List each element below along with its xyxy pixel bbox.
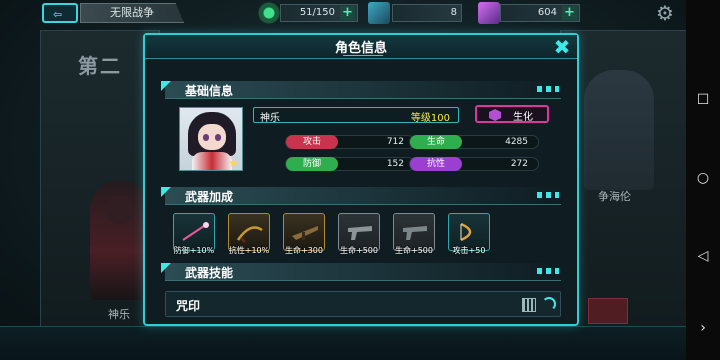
top-hud: ⇦ 无限战争 51/150 + 8 604 + ⚙ — [0, 0, 720, 26]
stripe-decoration — [537, 192, 559, 198]
background-action-button — [588, 298, 628, 324]
weapon-bonus-text: 防御+10% — [173, 246, 215, 255]
weapon-skill-row[interactable]: 咒印 — [165, 291, 561, 317]
home-icon[interactable]: ○ — [694, 170, 712, 186]
background-character-name-left: 神乐 — [108, 308, 130, 321]
weapon-bonus-text: 生命+500 — [395, 246, 433, 255]
skill-name: 咒印 — [176, 299, 201, 313]
background-character-right — [584, 70, 654, 190]
weapon-bonus-label: 武器加成 — [185, 190, 234, 204]
back-icon[interactable]: ◁ — [694, 248, 712, 264]
weapon-bonus-header: 武器加成 — [161, 187, 561, 205]
gem-icon — [478, 2, 500, 24]
system-nav-bar: ☐ ○ ◁ › — [686, 0, 720, 360]
character-name-bar: 神乐 等级100 — [253, 107, 459, 124]
gem-value: 604 — [537, 7, 557, 18]
stat-label: 生命 — [410, 135, 462, 149]
game-screen: 第二 神乐 争海伦 ⇦ 无限战争 51/150 + 8 604 + ⚙ 角色信息… — [0, 0, 720, 360]
character-portrait[interactable]: ★ — [179, 107, 243, 171]
chevron-right-icon[interactable]: › — [694, 320, 712, 336]
whip-weapon-icon — [236, 226, 263, 244]
weapon-bonus-text: 生命+300 — [285, 246, 323, 255]
background-stage-title: 第二 — [78, 54, 122, 78]
background-character-name-right: 争海伦 — [598, 190, 631, 203]
title-underline-decoration — [343, 55, 383, 58]
crystal-counter: 8 — [392, 4, 462, 22]
type-badge: 生化 — [475, 105, 549, 123]
add-energy-button[interactable]: + — [340, 6, 355, 20]
stripe-decoration — [537, 268, 559, 274]
staff-weapon-icon — [182, 222, 209, 241]
settings-gear-icon[interactable]: ⚙ — [652, 0, 678, 26]
star-icon: ★ — [228, 156, 239, 170]
back-button[interactable]: ⇦ — [42, 3, 78, 23]
energy-icon — [258, 2, 280, 24]
stat-value: 272 — [510, 159, 528, 169]
corner-triangle-icon — [161, 81, 171, 91]
corner-triangle-icon — [161, 187, 171, 197]
weapon-skill-label: 武器技能 — [185, 266, 234, 280]
stat-attack: 攻击 712 — [285, 135, 415, 149]
energy-counter: 51/150 + — [280, 4, 358, 22]
modal-title: 角色信息 — [334, 41, 387, 56]
weapon-bonus-text: 攻击+50 — [452, 246, 486, 255]
modal-header: 角色信息 ✖ — [145, 35, 577, 59]
background-bottom-bar — [0, 326, 720, 360]
type-label: 生化 — [513, 112, 533, 123]
rifle-weapon-icon — [292, 226, 318, 240]
stat-label: 抗性 — [410, 157, 462, 171]
bio-type-icon — [489, 109, 501, 121]
back-arrow-icon: ⇦ — [53, 8, 63, 21]
stat-defense: 防御 152 — [285, 157, 415, 171]
background-character-left — [90, 180, 150, 300]
stat-value: 712 — [386, 137, 404, 147]
stat-resistance: 抗性 272 — [409, 157, 539, 171]
basic-info-label: 基础信息 — [185, 84, 234, 98]
gem-counter: 604 + — [500, 4, 580, 22]
weapon-skill-header: 武器技能 — [161, 263, 561, 281]
bow-weapon-icon — [460, 222, 472, 242]
corner-triangle-icon — [161, 263, 171, 273]
recent-apps-icon[interactable]: ☐ — [694, 92, 712, 108]
swirl-icon — [542, 297, 556, 311]
stat-value: 4285 — [505, 137, 528, 147]
mode-tab[interactable]: 无限战争 — [80, 3, 184, 23]
add-gem-button[interactable]: + — [562, 6, 577, 20]
close-icon[interactable]: ✖ — [550, 35, 574, 59]
crystal-value: 8 — [450, 7, 457, 18]
stat-label: 防御 — [286, 157, 338, 171]
weapon-bonus-text: 抗性+10% — [228, 246, 270, 255]
stat-label: 攻击 — [286, 135, 338, 149]
gun-weapon-icon — [403, 226, 427, 240]
character-info-modal: 角色信息 ✖ 基础信息 ★ 神乐 等级100 生化 攻击 712 生命 4285… — [143, 33, 579, 326]
crystal-icon — [368, 2, 390, 24]
character-level: 等级100 — [410, 113, 450, 124]
energy-value: 51/150 — [299, 7, 335, 18]
stripe-decoration — [537, 86, 559, 92]
basic-info-header: 基础信息 — [161, 81, 561, 99]
stat-value: 152 — [386, 159, 404, 169]
grid-icon — [522, 298, 536, 312]
character-name: 神乐 — [260, 113, 280, 124]
gun-weapon-icon — [348, 226, 372, 240]
stat-hp: 生命 4285 — [409, 135, 539, 149]
weapon-bonus-text: 生命+500 — [340, 246, 378, 255]
